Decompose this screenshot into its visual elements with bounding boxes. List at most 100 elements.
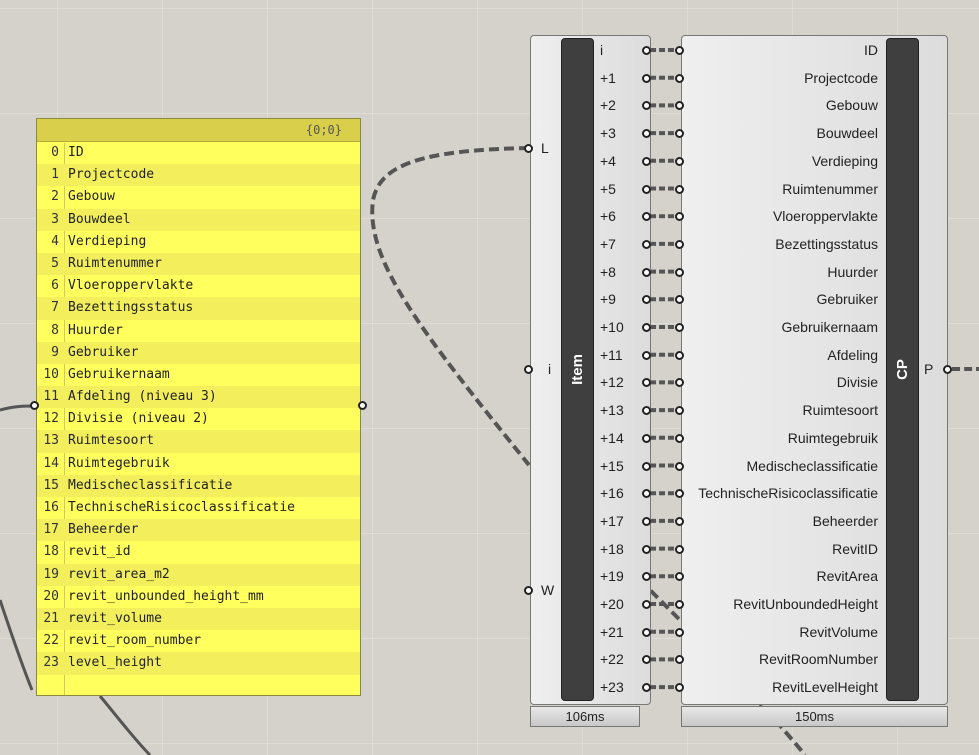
- panel-row-value: Huurder: [68, 322, 123, 338]
- cp-component-core[interactable]: CP: [886, 38, 919, 701]
- item-output-grip[interactable]: [642, 516, 651, 526]
- panel-input-grip[interactable]: [30, 401, 39, 410]
- cp-input-grip[interactable]: [675, 350, 684, 360]
- item-output-grip[interactable]: [642, 46, 651, 55]
- item-output-label: +19: [600, 568, 624, 585]
- panel-row-index: 14: [43, 455, 59, 471]
- item-component-core[interactable]: Item: [561, 38, 594, 701]
- cp-timing: 150ms: [681, 706, 948, 727]
- cp-input-grip[interactable]: [675, 156, 684, 166]
- panel-row: 1 Projectcode: [37, 164, 360, 187]
- cp-input-label: RevitVolume: [799, 623, 878, 640]
- panel-row-value: Medischeclassificatie: [68, 477, 233, 493]
- panel-row-index: 16: [43, 500, 59, 515]
- panel-row-index: 18: [43, 544, 59, 560]
- item-output-grip[interactable]: [642, 184, 651, 194]
- cp-input-grip[interactable]: [675, 516, 684, 526]
- item-component-name: Item: [569, 354, 586, 385]
- panel-row-index: 8: [51, 322, 59, 338]
- panel-row: 7 Bezettingsstatus: [37, 297, 360, 320]
- item-input-grip[interactable]: [524, 586, 533, 595]
- panel-row-index: 9: [51, 344, 59, 360]
- panel-row: 15 Medischeclassificatie: [37, 474, 360, 497]
- cp-input-label: RevitArea: [816, 568, 878, 585]
- cp-input-grip[interactable]: [675, 544, 684, 554]
- panel-row-value: revit_area_m2: [68, 566, 170, 582]
- cp-input-label: Ruimtenummer: [782, 180, 878, 197]
- panel-row-index: 2: [51, 189, 59, 205]
- panel-row-index: 10: [43, 366, 59, 382]
- item-output-label: +1: [600, 69, 616, 86]
- item-output-label: +17: [600, 512, 624, 529]
- cp-input-label: RevitID: [832, 540, 878, 557]
- item-output-label: +21: [600, 623, 624, 640]
- item-output-label: +4: [600, 152, 616, 169]
- item-output-label: +10: [600, 319, 624, 335]
- item-input-grip[interactable]: [524, 144, 533, 153]
- cp-input-grip[interactable]: [675, 323, 684, 332]
- panel-row-value: revit_unbounded_height_mm: [68, 588, 264, 604]
- panel-row: 3 Bouwdeel: [37, 208, 360, 231]
- cp-input-label: Gebruikernaam: [781, 319, 879, 335]
- panel-row: 6 Vloeroppervlakte: [37, 275, 360, 297]
- panel-row: 0 ID: [37, 142, 360, 164]
- item-input-grip[interactable]: [524, 365, 533, 374]
- cp-input-grip[interactable]: [675, 433, 684, 443]
- cp-input-label: Ruimtegebruik: [787, 429, 878, 446]
- item-output-label: +6: [600, 208, 616, 225]
- item-output-grip[interactable]: [642, 600, 651, 609]
- item-output-label: +18: [600, 540, 624, 557]
- panel-row-value: Ruimtenummer: [68, 255, 162, 271]
- cp-input-grip[interactable]: [675, 267, 684, 277]
- item-output-grip[interactable]: [642, 239, 651, 249]
- cp-input-grip[interactable]: [675, 239, 684, 249]
- item-output-grip[interactable]: [642, 627, 651, 637]
- cp-input-grip[interactable]: [675, 184, 684, 194]
- cp-input-label: Vloeroppervlakte: [772, 208, 878, 225]
- panel-row-index: 23: [43, 655, 59, 671]
- cp-input-label: Ruimtesoort: [802, 402, 878, 419]
- cp-input-label: Divisie: [836, 374, 878, 391]
- cp-input-grip[interactable]: [675, 600, 684, 609]
- panel-row: 13 Ruimtesoort: [37, 430, 360, 453]
- cp-input-grip[interactable]: [675, 627, 684, 637]
- item-output-grip[interactable]: [642, 323, 651, 332]
- panel-row: 21 revit_volume: [37, 607, 360, 631]
- wire-lower-left-2: [98, 695, 152, 755]
- item-output-grip[interactable]: [642, 544, 651, 554]
- panel-row-value: Gebruikernaam: [68, 366, 170, 382]
- panel-row: 18 revit_id: [37, 541, 360, 563]
- panel-header: {0;0}: [37, 119, 360, 142]
- cp-input-grip[interactable]: [675, 461, 684, 471]
- item-output-grip[interactable]: [642, 267, 651, 277]
- item-output-label: +9: [600, 291, 616, 308]
- cp-input-label: Gebruiker: [816, 291, 878, 308]
- panel-row-value: ID: [68, 145, 84, 160]
- item-output-label: +12: [600, 374, 624, 391]
- cp-input-label: ID: [864, 42, 878, 58]
- item-output-grip[interactable]: [642, 461, 651, 471]
- cp-input-grip[interactable]: [675, 46, 684, 55]
- panel-row-value: Ruimtegebruik: [68, 455, 170, 471]
- item-output-label: +13: [600, 402, 624, 419]
- item-output-grip[interactable]: [642, 156, 651, 166]
- item-output-grip[interactable]: [642, 73, 651, 83]
- panel-row-value: Vloeroppervlakte: [68, 278, 194, 294]
- item-output-label: +7: [600, 235, 616, 252]
- panel-row-index: 21: [43, 610, 59, 626]
- panel-output-grip[interactable]: [358, 401, 367, 410]
- cp-output-grip[interactable]: [943, 365, 952, 374]
- cp-input-label: Bouwdeel: [816, 125, 879, 142]
- panel-row-index: 3: [51, 211, 59, 227]
- panel-row-value: Bouwdeel: [68, 211, 131, 227]
- item-timing: 106ms: [530, 706, 640, 727]
- cp-input-label: RevitUnboundedHeight: [733, 596, 878, 612]
- panel-row-index: 0: [51, 145, 59, 160]
- panel-row-index: 20: [43, 588, 59, 604]
- data-panel[interactable]: {0;0} 0 ID 1 Projectcode 2 Gebouw 3 Bouwdeel 4 Ve…: [36, 118, 361, 696]
- panel-row: 16 TechnischeRisicoclassificatie: [37, 497, 360, 519]
- cp-input-grip[interactable]: [675, 73, 684, 83]
- item-output-grip[interactable]: [642, 433, 651, 443]
- panel-row-index: 19: [43, 566, 59, 582]
- item-output-grip[interactable]: [642, 350, 651, 360]
